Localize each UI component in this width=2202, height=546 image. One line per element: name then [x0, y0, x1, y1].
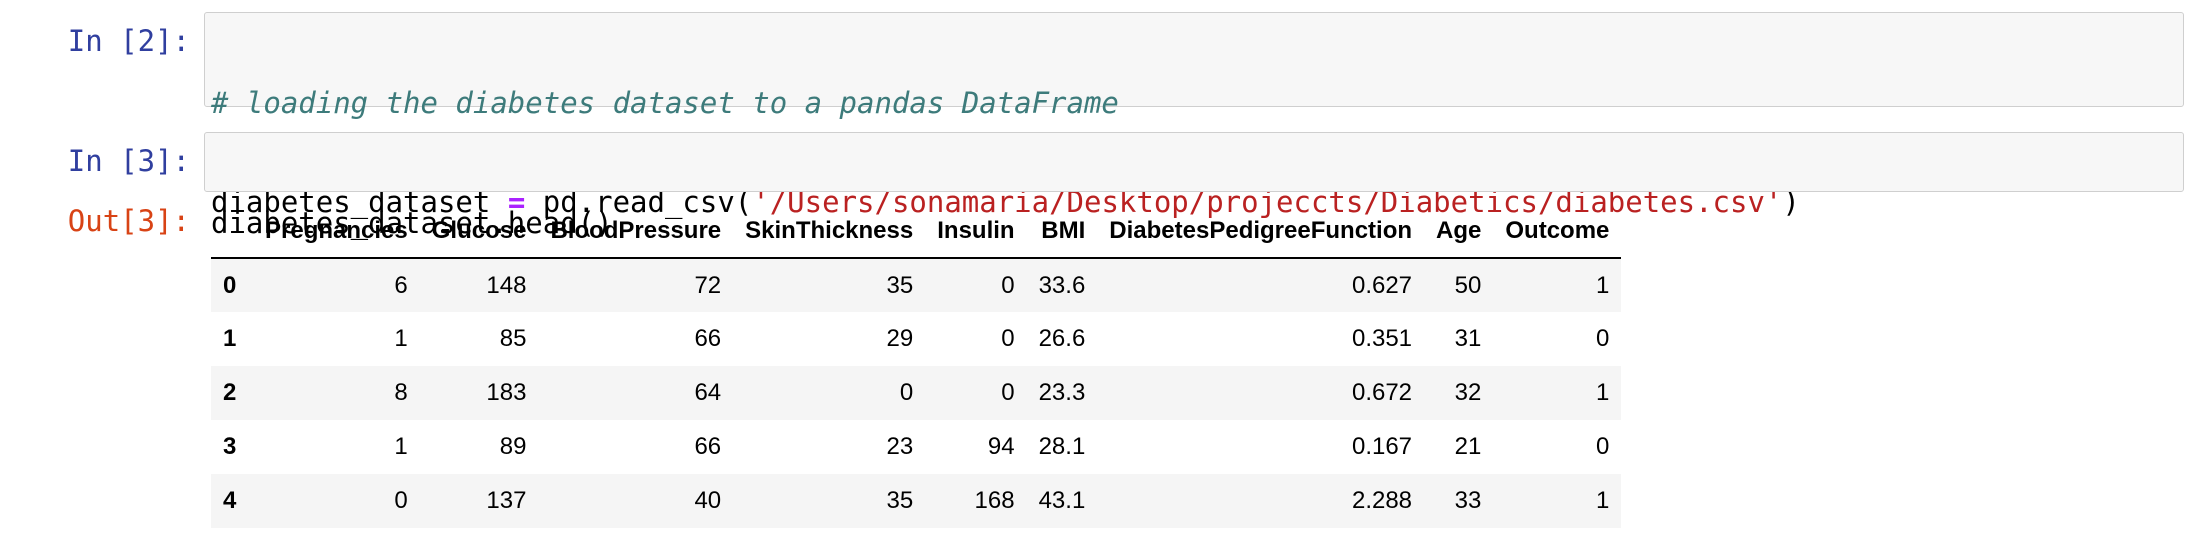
notebook: In [2]: # loading the diabetes dataset t… — [0, 0, 2202, 546]
index-header — [211, 205, 253, 259]
table-cell: 148 — [486, 271, 527, 299]
table-cell: 23.3 — [1038, 379, 1086, 406]
table-cell: 0 — [1596, 433, 1610, 460]
table-cell: 35 — [886, 271, 914, 299]
code-line: # loading the diabetes dataset to a pand… — [211, 87, 2183, 120]
table-cell: 66 — [694, 325, 722, 352]
table-cell: 1 — [394, 325, 408, 352]
code-editor[interactable]: diabetes_dataset.head() — [204, 132, 2184, 240]
column-header: Outcome — [1493, 205, 1622, 259]
table-cell: 31 — [1454, 325, 1482, 352]
table-cell: 29 — [886, 325, 914, 352]
table-row: 0 6 148 72 35 0 33.6 0.627 50 1 — [211, 258, 1622, 312]
input-prompt: In [3]: — [67, 144, 190, 178]
table-cell: 85 — [499, 325, 527, 352]
row-index: 2 — [223, 379, 237, 406]
table-cell: 94 — [987, 433, 1015, 460]
dataframe-output: Pregnancies Glucose BloodPressure SkinThick… — [211, 205, 1622, 528]
column-header: BMI — [1026, 205, 1098, 259]
table-cell: 0.167 — [1351, 433, 1413, 460]
table-cell: 21 — [1454, 433, 1482, 460]
table-cell: 0 — [1596, 325, 1610, 352]
table-cell: 6 — [394, 271, 408, 299]
table-cell: 0 — [1001, 379, 1015, 406]
table-row: 2 8 183 64 0 0 23.3 0.672 32 1 — [211, 366, 1622, 420]
table-cell: 0.351 — [1351, 325, 1413, 352]
table-cell: 137 — [486, 487, 527, 514]
table-cell: 8 — [394, 379, 408, 406]
output-prompt: Out[3]: — [67, 204, 190, 238]
table-cell: 35 — [886, 487, 914, 514]
table-row: 1 1 85 66 29 0 26.6 0.351 31 0 — [211, 312, 1622, 366]
table-cell: 33 — [1454, 487, 1482, 514]
table-cell: 0 — [394, 487, 408, 514]
table-cell: 40 — [694, 487, 722, 514]
table-cell: 89 — [499, 433, 527, 460]
table-cell: 23 — [886, 433, 914, 460]
column-header: DiabetesPedigreeFunction — [1097, 205, 1425, 259]
table-row: 3 1 89 66 23 94 28.1 0.167 21 0 — [211, 420, 1622, 474]
table-header-row: Pregnancies Glucose BloodPressure SkinThick… — [211, 205, 1622, 259]
code-editor[interactable]: # loading the diabetes dataset to a pand… — [204, 12, 2184, 219]
column-header: Glucose — [419, 205, 539, 259]
table-cell: 26.6 — [1038, 325, 1086, 352]
table-cell: 0 — [1001, 271, 1015, 299]
table-cell: 33.6 — [1038, 271, 1086, 299]
table-cell: 50 — [1454, 271, 1482, 299]
table-cell: 1 — [1596, 487, 1610, 514]
table-cell: 28.1 — [1038, 433, 1086, 460]
table-cell: 0.672 — [1351, 379, 1413, 406]
table-row: 4 0 137 40 35 168 43.1 2.288 33 1 — [211, 474, 1622, 528]
table-cell: 0 — [899, 379, 914, 406]
table-cell: 0 — [1001, 325, 1015, 352]
row-index: 0 — [223, 271, 237, 299]
code-comment: # loading the diabetes dataset to a pand… — [211, 86, 1119, 120]
column-header: Insulin — [925, 205, 1027, 259]
column-header: Age — [1424, 205, 1494, 259]
table-cell: 1 — [1596, 271, 1610, 299]
table-cell: 1 — [1596, 379, 1610, 406]
table-cell: 72 — [694, 271, 722, 299]
table-cell: 64 — [694, 379, 722, 406]
column-header: Pregnancies — [253, 205, 420, 259]
row-index: 3 — [223, 433, 237, 460]
table-cell: 0.627 — [1351, 271, 1413, 299]
table-cell: 32 — [1454, 379, 1482, 406]
column-header: SkinThickness — [733, 205, 926, 259]
column-header: BloodPressure — [538, 205, 734, 259]
table-cell: 2.288 — [1351, 487, 1413, 514]
input-prompt: In [2]: — [67, 24, 190, 58]
table-cell: 1 — [394, 433, 408, 460]
table-cell: 66 — [694, 433, 722, 460]
row-index: 4 — [223, 487, 237, 514]
table-cell: 168 — [974, 487, 1015, 514]
table-cell: 43.1 — [1038, 487, 1086, 514]
row-index: 1 — [223, 325, 237, 352]
table-cell: 183 — [486, 379, 527, 406]
dataframe-table: Pregnancies Glucose BloodPressure SkinThick… — [211, 205, 1622, 528]
